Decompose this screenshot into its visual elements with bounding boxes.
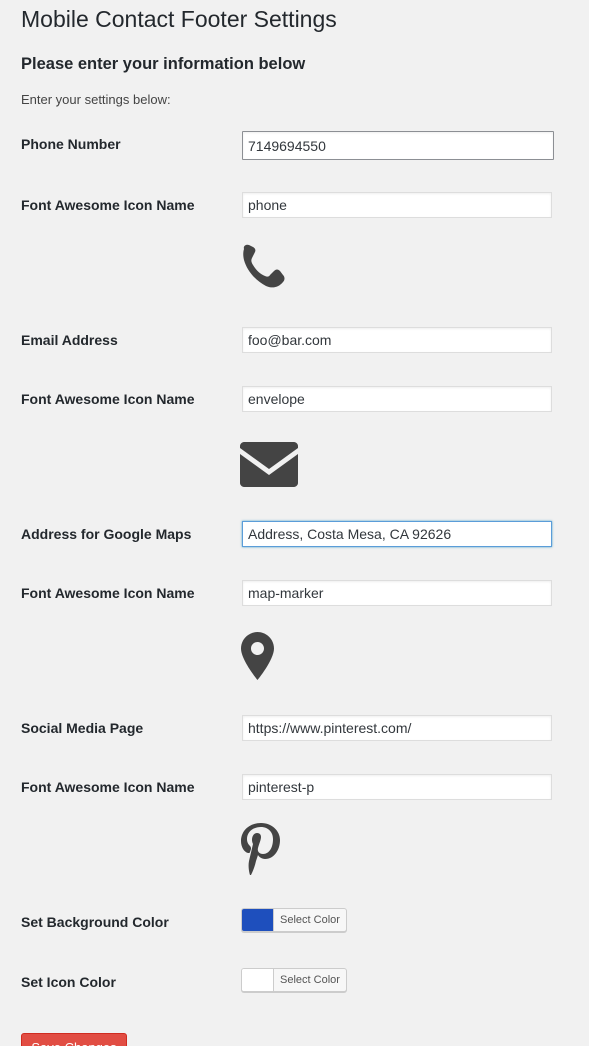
bg-color-picker-button[interactable]: Select Color xyxy=(241,908,347,932)
email-input[interactable] xyxy=(242,327,552,353)
phone-icon-name-input[interactable] xyxy=(242,192,552,218)
settings-page: Mobile Contact Footer Settings Please en… xyxy=(0,0,589,1046)
address-icon-name-label: Font Awesome Icon Name xyxy=(21,585,195,601)
icon-color-swatch xyxy=(242,969,274,991)
icon-color-label: Set Icon Color xyxy=(21,974,116,990)
social-label: Social Media Page xyxy=(21,720,144,736)
page-title: Mobile Contact Footer Settings xyxy=(21,6,337,32)
icon-color-button-label: Select Color xyxy=(280,974,340,986)
phone-icon xyxy=(243,244,285,288)
pinterest-p-icon xyxy=(241,823,280,875)
social-icon-name-label: Font Awesome Icon Name xyxy=(21,779,195,795)
address-icon-name-input[interactable] xyxy=(242,580,552,606)
intro-text: Enter your settings below: xyxy=(21,92,171,107)
social-input[interactable] xyxy=(242,715,552,741)
social-icon-name-input[interactable] xyxy=(242,774,552,800)
envelope-icon xyxy=(240,442,298,487)
bg-color-swatch xyxy=(242,909,274,931)
email-icon-name-input[interactable] xyxy=(242,386,552,412)
phone-icon-name-label: Font Awesome Icon Name xyxy=(21,197,195,213)
address-label: Address for Google Maps xyxy=(21,526,192,542)
phone-label: Phone Number xyxy=(21,136,121,152)
section-title: Please enter your information below xyxy=(21,55,306,73)
save-changes-button[interactable]: Save Changes xyxy=(21,1033,127,1046)
bg-color-button-label: Select Color xyxy=(280,914,340,926)
bg-color-label: Set Background Color xyxy=(21,914,169,930)
icon-color-picker-button[interactable]: Select Color xyxy=(241,968,347,992)
phone-input[interactable] xyxy=(242,131,554,160)
email-icon-name-label: Font Awesome Icon Name xyxy=(21,391,195,407)
address-input[interactable] xyxy=(242,521,552,547)
map-marker-icon xyxy=(241,632,274,680)
email-label: Email Address xyxy=(21,332,118,348)
